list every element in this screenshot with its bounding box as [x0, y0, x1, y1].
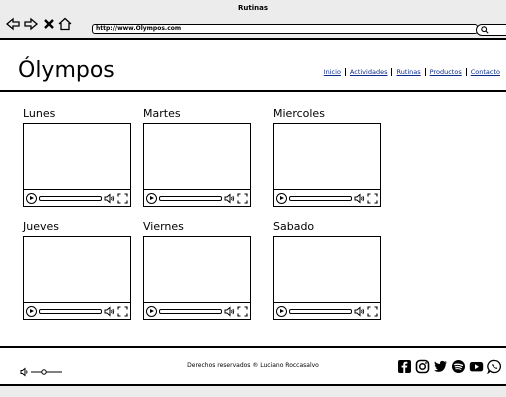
video-screen[interactable]: [144, 124, 250, 189]
day-card-martes: Martes: [143, 107, 253, 207]
play-icon[interactable]: [26, 305, 37, 317]
fullscreen-icon[interactable]: [367, 305, 378, 317]
day-title: Sabado: [273, 220, 315, 233]
volume-icon[interactable]: [354, 305, 365, 317]
play-icon[interactable]: [276, 305, 287, 317]
volume-icon[interactable]: [104, 305, 115, 317]
video-screen[interactable]: [274, 237, 380, 302]
day-title: Miercoles: [273, 107, 325, 120]
address-bar[interactable]: http://www.Olympos.com: [92, 24, 478, 34]
video-screen[interactable]: [24, 237, 130, 302]
video-screen[interactable]: [144, 237, 250, 302]
progress-bar[interactable]: [289, 195, 352, 201]
video-player[interactable]: [143, 123, 251, 207]
nav-link-productos[interactable]: Productos: [424, 68, 466, 76]
twitter-icon[interactable]: [433, 359, 448, 374]
progress-bar[interactable]: [39, 195, 102, 201]
youtube-icon[interactable]: [469, 359, 484, 374]
day-card-viernes: Viernes: [143, 220, 253, 320]
video-player[interactable]: [143, 236, 251, 320]
progress-bar[interactable]: [39, 308, 102, 314]
whatsapp-icon[interactable]: [487, 359, 502, 374]
video-controls: [24, 302, 130, 319]
day-title: Martes: [143, 107, 181, 120]
site-footer: Derechos reservados ® Luciano Roccasalvo: [0, 346, 506, 386]
day-title: Jueves: [23, 220, 59, 233]
back-arrow-icon[interactable]: [6, 17, 20, 31]
video-controls: [274, 302, 380, 319]
nav-link-contacto[interactable]: Contacto: [465, 68, 504, 76]
play-icon[interactable]: [146, 192, 157, 204]
video-screen[interactable]: [24, 124, 130, 189]
fullscreen-icon[interactable]: [367, 192, 378, 204]
fullscreen-icon[interactable]: [117, 305, 128, 317]
day-card-lunes: Lunes: [23, 107, 133, 207]
fullscreen-icon[interactable]: [237, 305, 248, 317]
nav-link-inicio[interactable]: Inicio: [320, 68, 345, 76]
play-icon[interactable]: [276, 192, 287, 204]
main-nav: Inicio Actividades Rutinas Productos Con…: [320, 68, 504, 76]
volume-icon[interactable]: [104, 192, 115, 204]
day-title: Lunes: [23, 107, 56, 120]
video-controls: [24, 189, 130, 206]
day-card-jueves: Jueves: [23, 220, 133, 320]
volume-icon[interactable]: [224, 192, 235, 204]
nav-link-rutinas[interactable]: Rutinas: [391, 68, 424, 76]
instagram-icon[interactable]: [415, 359, 430, 374]
progress-bar[interactable]: [159, 308, 222, 314]
spotify-icon[interactable]: [451, 359, 466, 374]
video-player[interactable]: [23, 236, 131, 320]
play-icon[interactable]: [26, 192, 37, 204]
video-controls: [144, 302, 250, 319]
fullscreen-icon[interactable]: [237, 192, 248, 204]
progress-bar[interactable]: [289, 308, 352, 314]
play-icon[interactable]: [146, 305, 157, 317]
search-icon: [481, 26, 489, 34]
brand-logo[interactable]: Ólympos: [18, 58, 115, 84]
social-links: [397, 359, 502, 374]
video-player[interactable]: [273, 123, 381, 207]
browser-chrome: Rutinas http://www.Olympos.com: [0, 0, 506, 40]
volume-icon[interactable]: [354, 192, 365, 204]
window-title: Rutinas: [238, 4, 268, 12]
browser-search-field[interactable]: [476, 24, 506, 36]
progress-bar[interactable]: [159, 195, 222, 201]
fullscreen-icon[interactable]: [117, 192, 128, 204]
browser-status-bar: [0, 386, 506, 397]
video-screen[interactable]: [274, 124, 380, 189]
home-icon[interactable]: [58, 17, 72, 31]
day-card-sabado: Sabado: [273, 220, 383, 320]
volume-icon[interactable]: [224, 305, 235, 317]
forward-arrow-icon[interactable]: [24, 17, 38, 31]
day-title: Viernes: [143, 220, 184, 233]
video-player[interactable]: [273, 236, 381, 320]
facebook-icon[interactable]: [397, 359, 412, 374]
close-icon[interactable]: [42, 17, 56, 31]
video-player[interactable]: [23, 123, 131, 207]
video-controls: [144, 189, 250, 206]
day-card-miercoles: Miercoles: [273, 107, 383, 207]
nav-link-actividades[interactable]: Actividades: [344, 68, 392, 76]
video-controls: [274, 189, 380, 206]
site-header: Ólympos Inicio Actividades Rutinas Produ…: [0, 40, 506, 92]
